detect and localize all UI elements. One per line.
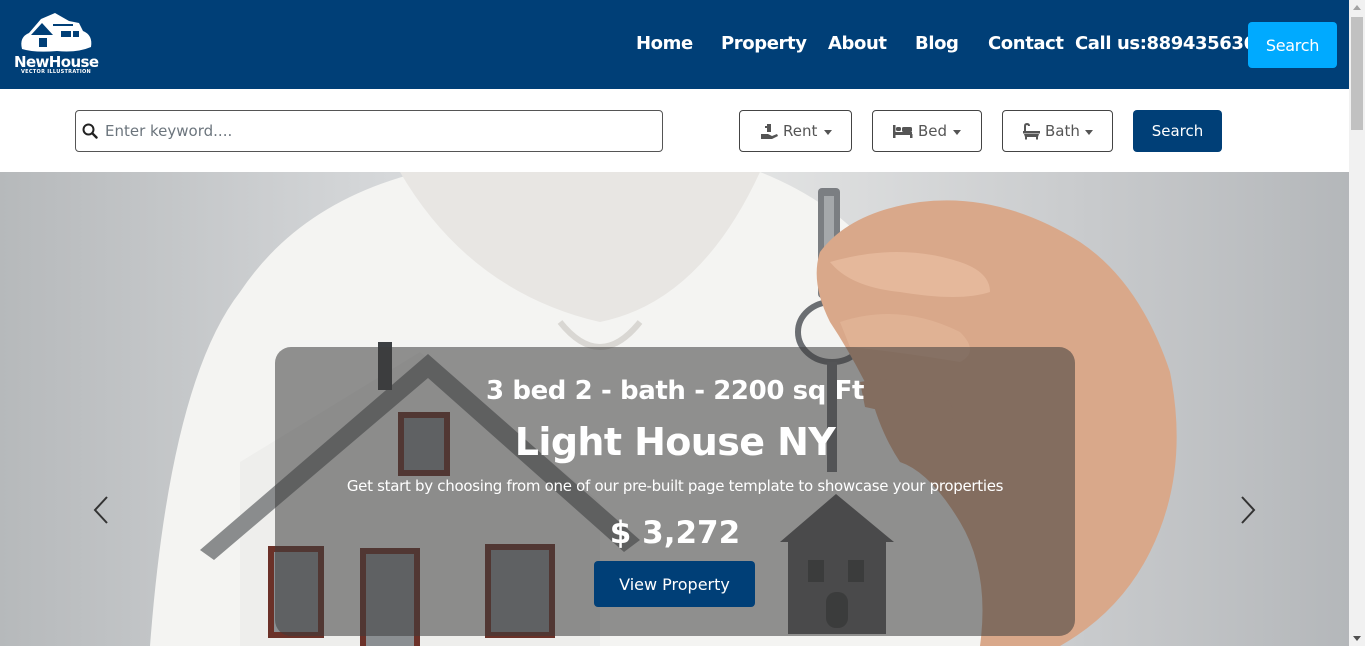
house-logo-icon [21,13,92,52]
bath-filter-label: Bath [1045,122,1080,140]
top-navbar: NewHouse VECTOR ILLUSTRATION Home Proper… [0,0,1349,89]
property-title: Light House NY [514,420,836,464]
bath-icon [1023,123,1040,140]
chevron-down-icon [1085,130,1093,135]
nav-search-button[interactable]: Search [1248,22,1337,68]
nav-link-home[interactable]: Home [636,33,693,54]
keyword-search-box[interactable] [75,110,663,152]
rent-filter-label: Rent [783,122,818,140]
bed-filter-label: Bed [918,122,948,140]
chevron-down-icon [824,130,832,135]
nav-link-contact[interactable]: Contact [988,33,1064,54]
scroll-up-arrow-icon[interactable] [1353,5,1361,10]
phone-link[interactable]: Call us:8894356362 [1075,33,1268,54]
page-scrollbar[interactable] [1349,0,1365,646]
property-search-button[interactable]: Search [1133,110,1222,152]
bed-icon [893,125,913,138]
scroll-down-arrow-icon[interactable] [1353,636,1361,641]
chevron-down-icon [953,130,961,135]
bath-filter-dropdown[interactable]: Bath [1002,110,1113,152]
keyword-input[interactable] [105,112,655,150]
hand-key-icon [761,124,778,139]
nav-link-blog[interactable]: Blog [915,33,959,54]
property-price: $ 3,272 [609,515,741,551]
hero-carousel: 3 bed 2 - bath - 2200 sq Ft Light House … [0,172,1349,646]
property-description: Get start by choosing from one of our pr… [346,477,1004,495]
nav-link-property[interactable]: Property [721,33,807,54]
brand-logo[interactable]: NewHouse VECTOR ILLUSTRATION [14,11,99,79]
rent-filter-dropdown[interactable]: Rent [739,110,852,152]
hero-caption-card: 3 bed 2 - bath - 2200 sq Ft Light House … [275,347,1075,636]
chevron-left-icon[interactable] [93,495,109,525]
bed-filter-dropdown[interactable]: Bed [872,110,982,152]
chevron-right-icon[interactable] [1240,495,1256,525]
view-property-button[interactable]: View Property [594,561,755,607]
brand-tagline: VECTOR ILLUSTRATION [20,69,92,75]
scrollbar-thumb[interactable] [1351,17,1363,130]
property-specs: 3 bed 2 - bath - 2200 sq Ft [486,376,864,406]
search-icon [82,123,98,139]
property-search-bar: Rent Bed Bath Search [0,89,1349,172]
nav-link-about[interactable]: About [828,33,887,54]
